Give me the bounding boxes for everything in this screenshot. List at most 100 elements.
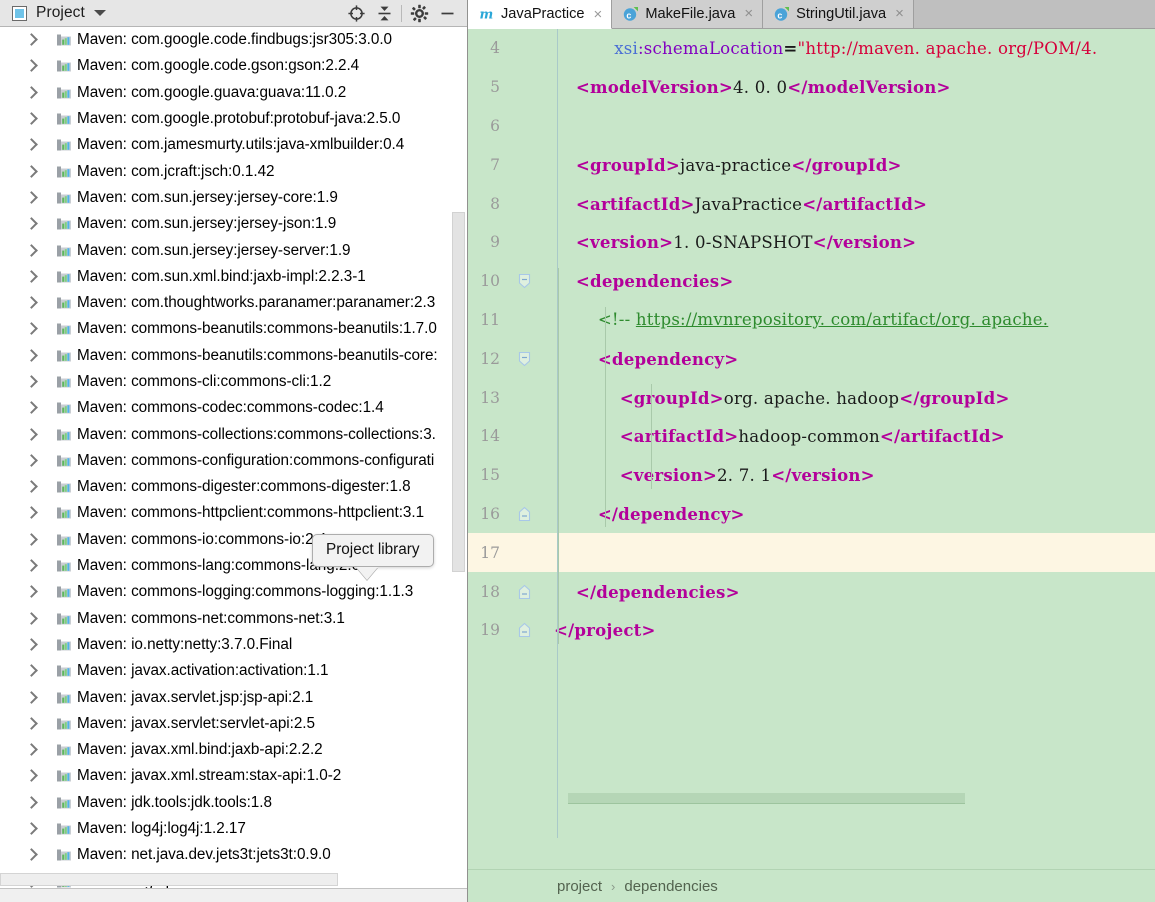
chevron-right-icon[interactable] (24, 427, 40, 443)
chevron-right-icon[interactable] (24, 768, 40, 784)
settings-gear-icon[interactable] (405, 0, 433, 27)
project-tree[interactable]: Maven: com.google.code.findbugs:jsr305:3… (0, 27, 467, 902)
tree-item[interactable]: Maven: javax.activation:activation:1.1 (0, 658, 467, 684)
code-line[interactable]: 15 <version>2. 7. 1</version> (468, 456, 1155, 495)
fold-marker[interactable] (500, 339, 554, 378)
tree-item[interactable]: Maven: commons-net:commons-net:3.1 (0, 606, 467, 632)
tree-item[interactable]: Maven: javax.servlet.jsp:jsp-api:2.1 (0, 684, 467, 710)
tree-item[interactable]: Maven: com.thoughtworks.paranamer:parana… (0, 290, 467, 316)
tree-item[interactable]: Maven: com.google.protobuf:protobuf-java… (0, 106, 467, 132)
chevron-right-icon[interactable] (24, 164, 40, 180)
chevron-right-icon[interactable] (24, 190, 40, 206)
project-tree-horizontal-scrollbar[interactable] (0, 873, 338, 886)
chevron-right-icon[interactable] (24, 637, 40, 653)
editor-tab[interactable]: m JavaPractice × (468, 0, 613, 29)
chevron-right-icon[interactable] (24, 348, 40, 364)
editor-horizontal-scrollbar-thumb[interactable] (568, 793, 965, 804)
tree-item[interactable]: Maven: commons-digester:commons-digester… (0, 474, 467, 500)
chevron-right-icon[interactable] (24, 85, 40, 101)
chevron-right-icon[interactable] (24, 32, 40, 48)
editor-horizontal-scrollbar[interactable] (468, 793, 1155, 805)
code-line[interactable]: 12 <dependency> (468, 339, 1155, 378)
code-line[interactable]: 4 xsi:schemaLocation="http://maven. apac… (468, 29, 1155, 68)
tree-item[interactable]: Maven: jdk.tools:jdk.tools:1.8 (0, 790, 467, 816)
chevron-down-icon[interactable] (93, 10, 106, 16)
chevron-right-icon[interactable] (24, 532, 40, 548)
chevron-right-icon[interactable] (24, 58, 40, 74)
tree-item[interactable]: Maven: com.sun.jersey:jersey-json:1.9 (0, 211, 467, 237)
tree-item[interactable]: Maven: commons-httpclient:commons-httpcl… (0, 500, 467, 526)
tree-item[interactable]: Maven: com.google.code.findbugs:jsr305:3… (0, 27, 467, 53)
fold-marker[interactable] (500, 262, 554, 301)
tree-item[interactable]: Maven: commons-codec:commons-codec:1.4 (0, 395, 467, 421)
code-line[interactable]: 19 </project> (468, 611, 1155, 650)
chevron-right-icon[interactable] (24, 558, 40, 574)
tree-item[interactable]: Maven: com.jcraft:jsch:0.1.42 (0, 158, 467, 184)
tree-item[interactable]: Maven: com.sun.jersey:jersey-core:1.9 (0, 185, 467, 211)
chevron-right-icon[interactable] (24, 584, 40, 600)
fold-marker[interactable] (500, 495, 554, 534)
tree-item[interactable]: Maven: commons-collections:commons-colle… (0, 421, 467, 447)
close-icon[interactable]: × (594, 7, 603, 22)
tree-item[interactable]: Maven: commons-cli:commons-cli:1.2 (0, 369, 467, 395)
chevron-right-icon[interactable] (24, 321, 40, 337)
tree-item[interactable]: Maven: commons-beanutils:commons-beanuti… (0, 343, 467, 369)
code-line[interactable]: 10 <dependencies> (468, 262, 1155, 301)
tree-item[interactable]: Maven: commons-logging:commons-logging:1… (0, 579, 467, 605)
locate-in-tree-icon[interactable] (342, 0, 370, 27)
chevron-right-icon[interactable] (24, 295, 40, 311)
tree-item[interactable]: Maven: com.sun.xml.bind:jaxb-impl:2.2.3-… (0, 264, 467, 290)
code-line[interactable]: 11 <!-- https://mvnrepository. com/artif… (468, 301, 1155, 340)
chevron-right-icon[interactable] (24, 479, 40, 495)
chevron-right-icon[interactable] (24, 716, 40, 732)
tree-item[interactable]: Maven: commons-configuration:commons-con… (0, 448, 467, 474)
chevron-right-icon[interactable] (24, 847, 40, 863)
tree-item[interactable]: Maven: javax.xml.bind:jaxb-api:2.2.2 (0, 737, 467, 763)
chevron-right-icon[interactable] (24, 374, 40, 390)
fold-marker[interactable] (500, 572, 554, 611)
code-line[interactable]: 7 <groupId>java-practice</groupId> (468, 145, 1155, 184)
chevron-right-icon[interactable] (24, 663, 40, 679)
tree-item[interactable]: Maven: io.netty:netty:3.7.0.Final (0, 632, 467, 658)
tree-item[interactable]: Maven: com.google.guava:guava:11.0.2 (0, 80, 467, 106)
close-icon[interactable]: × (895, 6, 904, 21)
code-line[interactable]: 6 (468, 107, 1155, 146)
chevron-right-icon[interactable] (24, 269, 40, 285)
project-tree-vertical-scrollbar[interactable] (452, 212, 465, 572)
code-line[interactable]: 18 </dependencies> (468, 572, 1155, 611)
chevron-right-icon[interactable] (24, 453, 40, 469)
tree-item[interactable]: Maven: com.jamesmurty.utils:java-xmlbuil… (0, 132, 467, 158)
chevron-right-icon[interactable] (24, 611, 40, 627)
chevron-right-icon[interactable] (24, 742, 40, 758)
code-line[interactable]: 8 <artifactId>JavaPractice</artifactId> (468, 184, 1155, 223)
hide-panel-icon[interactable] (433, 0, 461, 27)
chevron-right-icon[interactable] (24, 505, 40, 521)
tree-item[interactable]: Maven: log4j:log4j:1.2.17 (0, 816, 467, 842)
tree-item[interactable]: Maven: javax.servlet:servlet-api:2.5 (0, 711, 467, 737)
code-line[interactable]: 9 <version>1. 0-SNAPSHOT</version> (468, 223, 1155, 262)
chevron-right-icon[interactable] (24, 137, 40, 153)
code-line[interactable]: 17 (468, 533, 1155, 573)
breadcrumb-item[interactable]: project (557, 878, 602, 895)
code-line[interactable]: 5 <modelVersion>4. 0. 0</modelVersion> (468, 68, 1155, 107)
tree-item[interactable]: Maven: commons-beanutils:commons-beanuti… (0, 316, 467, 342)
fold-marker[interactable] (500, 611, 554, 650)
tree-item[interactable]: Maven: net.java.dev.jets3t:jets3t:0.9.0 (0, 842, 467, 868)
editor-tab[interactable]: c StringUtil.java × (763, 0, 914, 28)
chevron-right-icon[interactable] (24, 821, 40, 837)
code-line[interactable]: 16 </dependency> (468, 495, 1155, 534)
breadcrumb-item[interactable]: dependencies (624, 878, 717, 895)
close-icon[interactable]: × (744, 6, 753, 21)
chevron-right-icon[interactable] (24, 243, 40, 259)
tree-item[interactable]: Maven: javax.xml.stream:stax-api:1.0-2 (0, 763, 467, 789)
code-editor[interactable]: 4 xsi:schemaLocation="http://maven. apac… (468, 29, 1155, 838)
chevron-right-icon[interactable] (24, 111, 40, 127)
code-line[interactable]: 14 <artifactId>hadoop-common</artifactId… (468, 417, 1155, 456)
tree-item[interactable]: Maven: com.sun.jersey:jersey-server:1.9 (0, 237, 467, 263)
code-line[interactable]: 13 <groupId>org. apache. hadoop</groupId… (468, 378, 1155, 417)
tree-item[interactable]: Maven: com.google.code.gson:gson:2.2.4 (0, 53, 467, 79)
chevron-right-icon[interactable] (24, 690, 40, 706)
chevron-right-icon[interactable] (24, 795, 40, 811)
collapse-all-icon[interactable] (370, 0, 398, 27)
chevron-right-icon[interactable] (24, 216, 40, 232)
